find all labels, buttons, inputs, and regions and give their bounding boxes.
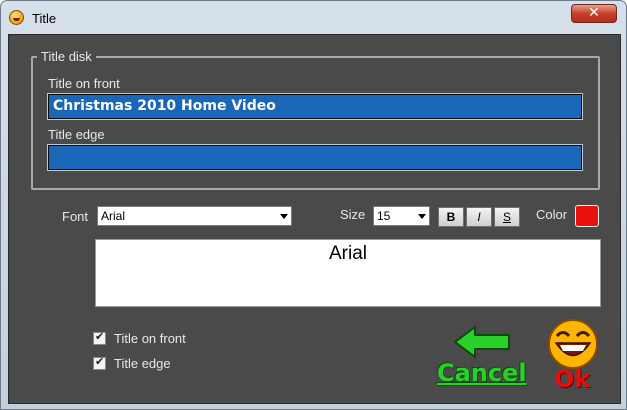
close-button[interactable]: ✕ (571, 4, 617, 23)
smiley-icon (9, 10, 24, 25)
preview-text: Arial (328, 243, 367, 264)
italic-button[interactable]: I (466, 207, 492, 227)
title-edge-checkbox[interactable] (93, 355, 106, 370)
size-select[interactable]: 15 (373, 206, 430, 226)
title-front-checkbox[interactable] (93, 330, 106, 345)
color-label: Color (536, 207, 568, 222)
window-title: Title (32, 11, 57, 26)
cancel-button[interactable]: Cancel (437, 359, 527, 387)
bold-button[interactable]: B (438, 207, 464, 227)
font-select-value: Arial (101, 209, 126, 223)
font-label: Font (62, 209, 89, 224)
title-edge-input[interactable] (47, 144, 583, 171)
laughing-smiley-icon[interactable] (547, 318, 599, 370)
title-front-label: Title on front (48, 76, 120, 91)
title-edge-checkbox-label: Title edge (114, 356, 171, 371)
dialog-body: Title disk Title on front Christmas 2010… (8, 34, 621, 404)
size-select-value: 15 (377, 209, 391, 223)
strike-button[interactable]: S (494, 207, 520, 227)
title-front-checkbox-label: Title on front (114, 331, 186, 346)
font-select[interactable]: Arial (97, 206, 292, 226)
green-left-arrow-icon[interactable] (453, 325, 511, 359)
title-edge-label: Title edge (48, 127, 105, 142)
size-label: Size (340, 207, 366, 222)
chevron-down-icon (418, 214, 426, 219)
title-front-input[interactable]: Christmas 2010 Home Video (47, 93, 583, 120)
chevron-down-icon (280, 214, 288, 219)
ok-button[interactable]: Ok (554, 365, 590, 393)
color-swatch-button[interactable] (575, 205, 599, 227)
title-dialog-window: Title ✕ Title disk Title on front Christ… (0, 0, 627, 410)
font-preview-box: Arial (95, 239, 601, 307)
title-bar[interactable]: Title ✕ (1, 1, 626, 35)
group-legend: Title disk (37, 49, 96, 64)
